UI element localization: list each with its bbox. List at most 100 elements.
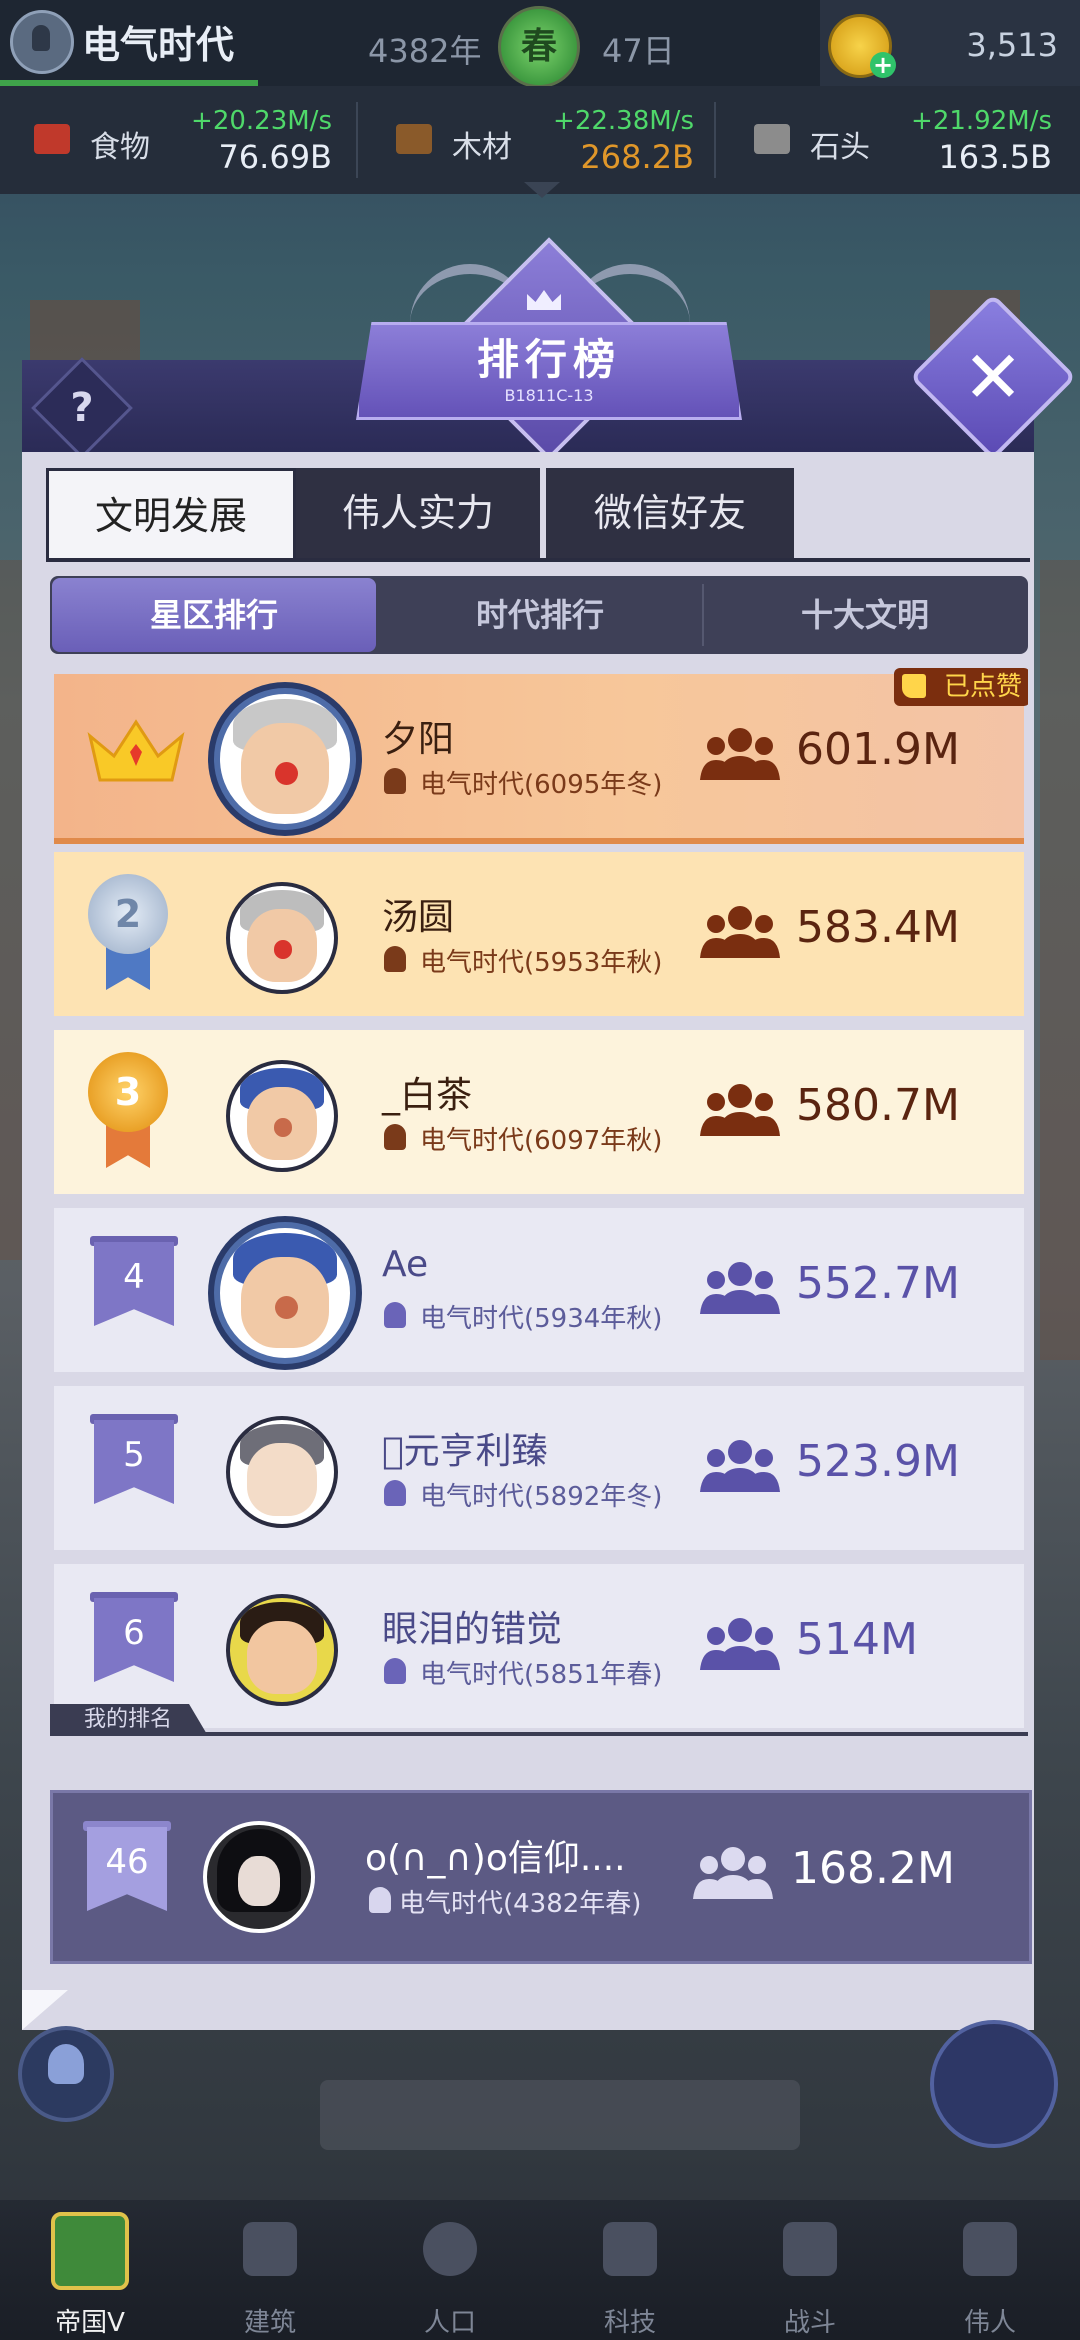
era-icon: [384, 1302, 406, 1328]
nav-population[interactable]: 人口: [360, 2200, 540, 2340]
raccoon-avatar-button[interactable]: [930, 2020, 1058, 2148]
rank-flag: 5: [94, 1420, 174, 1504]
player-era: 电气时代(5953年秋): [420, 948, 663, 978]
avatar-nose: [273, 940, 293, 959]
nav-battle[interactable]: 战斗: [720, 2200, 900, 2340]
main-tabs: 文明发展 伟人实力 微信好友: [46, 468, 794, 561]
population-value: 580.7M: [796, 1080, 960, 1131]
population-icon: [700, 906, 780, 958]
population-value: 514M: [796, 1614, 918, 1665]
tab-wechat-friends[interactable]: 微信好友: [546, 468, 794, 558]
player-name: Ae: [382, 1244, 429, 1285]
nav-technology[interactable]: 科技: [540, 2200, 720, 2340]
rank-number: 2: [88, 874, 168, 954]
tab-civilization[interactable]: 文明发展: [46, 468, 296, 561]
house-icon: [243, 2222, 297, 2276]
list-item[interactable]: 已点赞 夕阳 电气时代(6095年冬) 601.9M: [54, 668, 1028, 844]
gold-amount: 3,513: [966, 26, 1058, 64]
sub-tabs: 星区排行 时代排行 十大文明: [50, 576, 1028, 654]
castle-icon: [51, 2212, 129, 2290]
era-icon[interactable]: [10, 10, 74, 74]
wood-icon: [396, 124, 432, 154]
population-value: 168.2M: [791, 1843, 955, 1894]
season-badge[interactable]: 春: [498, 6, 580, 88]
population-value: 601.9M: [796, 724, 960, 775]
my-rank-divider: [50, 1732, 1028, 1736]
nav-label: 伟人: [963, 2308, 1016, 2338]
top-bar: 电气时代 4382年 春 47日 + 3,513: [0, 0, 1080, 88]
bust-icon: [963, 2222, 1017, 2276]
resource-name: 石头: [810, 130, 870, 165]
gold-crown-icon: [87, 719, 185, 782]
tab-underline: [46, 558, 1030, 562]
list-item[interactable]: 5  元亨利臻 电气时代(5892年冬) 523.9M: [54, 1386, 1024, 1550]
resource-name: 木材: [452, 130, 512, 165]
population-icon: [700, 1262, 780, 1314]
add-gold-icon[interactable]: +: [870, 52, 896, 78]
close-icon[interactable]: ✕: [934, 318, 1052, 436]
era-icon: [384, 946, 406, 972]
subtab-galaxy-rank[interactable]: 星区排行: [52, 578, 376, 652]
avatar-face: [246, 1442, 318, 1516]
list-item[interactable]: 4 Ae 电气时代(5934年秋) 552.7M: [54, 1208, 1024, 1372]
book-icon: [603, 2222, 657, 2276]
population-icon: [700, 1440, 780, 1492]
player-era: 电气时代(5851年春): [420, 1660, 663, 1690]
nav-buildings[interactable]: 建筑: [180, 2200, 360, 2340]
panel-title: 排行榜: [476, 335, 621, 384]
crossed-swords-icon: [783, 2222, 837, 2276]
panel-code: B1811C-13: [504, 386, 594, 405]
player-era: 电气时代(6095年冬): [420, 770, 663, 800]
nav-label: 建筑: [243, 2308, 296, 2338]
my-rank-row[interactable]: 46 o(∩_∩)o信仰.... 电气时代(4382年春) 168.2M: [50, 1790, 1032, 1964]
resource-wood[interactable]: 木材 +22.38M/s 268.2B: [362, 86, 712, 194]
avatar[interactable]: [226, 1060, 338, 1172]
era-icon: [369, 1887, 391, 1913]
bronze-medal-icon: 3: [88, 1052, 168, 1172]
list-item[interactable]: 3 _白茶 电气时代(6097年秋) 580.7M: [54, 1030, 1024, 1194]
avatar[interactable]: [214, 688, 356, 830]
background-building: [1040, 560, 1080, 1360]
list-item[interactable]: 6 眼泪的错觉 电气时代(5851年春) 514M: [54, 1564, 1024, 1728]
list-item[interactable]: 2 汤圆 电气时代(5953年秋) 583.4M: [54, 852, 1024, 1016]
resource-name: 食物: [90, 130, 150, 165]
avatar[interactable]: [226, 882, 338, 994]
resource-value: 163.5B: [938, 138, 1052, 176]
player-era: 电气时代(5892年冬): [420, 1482, 663, 1512]
era-icon: [384, 768, 406, 794]
subtab-era-rank[interactable]: 时代排行: [380, 576, 700, 654]
era-icon: [384, 1480, 406, 1506]
panel-corner: [22, 1990, 68, 2030]
rank-flag: 6: [94, 1598, 174, 1682]
avatar-nose: [274, 1295, 298, 1319]
avatar[interactable]: [226, 1416, 338, 1528]
user-list-button[interactable]: [18, 2026, 114, 2122]
avatar[interactable]: [203, 1821, 315, 1933]
nav-empire[interactable]: 帝国V: [0, 2200, 180, 2340]
subtab-top-ten[interactable]: 十大文明: [704, 576, 1026, 654]
avatar[interactable]: [214, 1222, 356, 1364]
liked-badge: 已点赞: [894, 668, 1028, 706]
resource-value: 268.2B: [580, 138, 694, 176]
nav-label: 帝国V: [55, 2308, 125, 2338]
nav-great-people[interactable]: 伟人: [900, 2200, 1080, 2340]
day-label: 47日: [602, 32, 675, 70]
resource-rate: +20.23M/s: [191, 106, 332, 136]
divider: [714, 102, 716, 178]
background-machine: [320, 2080, 800, 2150]
expand-chevron-icon[interactable]: [524, 182, 560, 198]
help-icon[interactable]: ?: [46, 372, 118, 444]
resource-stone[interactable]: 石头 +21.92M/s 163.5B: [720, 86, 1070, 194]
avatar[interactable]: [226, 1594, 338, 1706]
tab-great-people[interactable]: 伟人实力: [296, 468, 540, 558]
population-icon: [700, 728, 780, 780]
resource-food[interactable]: 食物 +20.23M/s 76.69B: [0, 86, 350, 194]
nav-label: 战斗: [783, 2308, 836, 2338]
ranking-list[interactable]: 已点赞 夕阳 电气时代(6095年冬) 601.9M 2 汤圆 电气时代(595…: [50, 668, 1028, 1732]
population-value: 583.4M: [796, 902, 960, 953]
rank-flag: 4: [94, 1242, 174, 1326]
resource-value: 76.69B: [218, 138, 332, 176]
era-name[interactable]: 电气时代: [82, 14, 234, 69]
player-name: 汤圆: [382, 897, 455, 938]
nav-label: 人口: [423, 2308, 476, 2338]
